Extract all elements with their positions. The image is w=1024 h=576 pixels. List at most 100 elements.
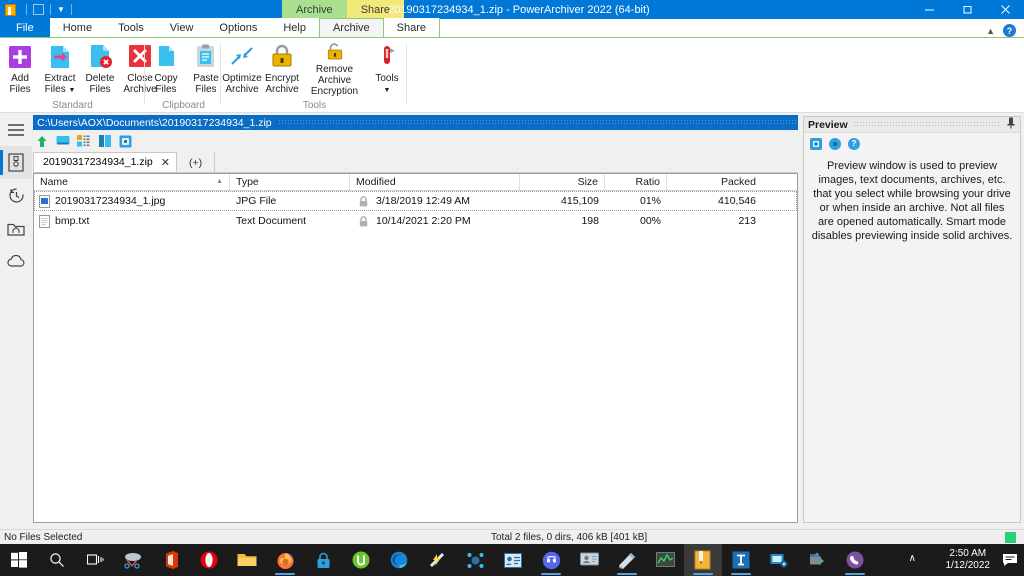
clock-time: 2:50 AM [949,548,987,559]
maximize-button[interactable] [948,0,986,19]
taskbar-teamviewer[interactable] [760,544,798,576]
dual-panel-icon[interactable] [97,134,112,149]
optimize-archive-button[interactable]: Optimize Archive [222,41,262,97]
taskbar-opera[interactable] [190,544,228,576]
sidebar-item-archive-browser[interactable] [0,146,32,179]
extract-files-label: Extract Files ▼ [44,73,76,95]
preview-toggle-icon[interactable] [118,134,133,149]
taskbar-text-editor[interactable] [722,544,760,576]
sidebar-item-cloud[interactable] [0,245,32,278]
discord-icon [542,551,560,569]
file-list-panel[interactable]: Name ▲ Type Modified Size Ratio Packed 2… [33,173,798,523]
smart-mode-icon[interactable] [829,137,841,150]
chevron-up-icon[interactable]: ▲ [986,26,995,36]
taskbar-monitor-graph[interactable] [646,544,684,576]
taskbar-downloader[interactable] [798,544,836,576]
extract-files-button[interactable]: Extract Files ▼ [40,41,80,97]
tab-home[interactable]: Home [49,18,106,37]
clock-date: 1/12/2022 [945,560,991,571]
taskbar-file-explorer[interactable] [228,544,266,576]
customize-caret-icon[interactable]: ▼ [57,5,65,14]
close-icon[interactable]: ✕ [161,156,170,169]
column-header-ratio[interactable]: Ratio [605,174,667,190]
quick-access-toolbar[interactable]: ▼ [20,0,78,19]
start-button[interactable] [0,544,38,576]
tab-share[interactable]: Share [383,18,441,37]
jpg-file-icon [39,194,50,208]
encrypt-archive-button[interactable]: Encrypt Archive [262,41,302,97]
taskbar-lock-app[interactable] [304,544,342,576]
column-header-name[interactable]: Name ▲ [34,174,230,190]
column-header-size[interactable]: Size [520,174,605,190]
taskbar-edge[interactable] [380,544,418,576]
teamviewer-icon [770,553,788,568]
preview-panel: Preview ? Preview window is used to prev… [803,116,1021,523]
column-header-type[interactable]: Type [230,174,350,190]
tab-help[interactable]: Help [270,18,319,37]
tab-options[interactable]: Options [206,18,271,37]
up-one-level-icon[interactable] [34,134,49,149]
tab-tools[interactable]: Tools [105,18,157,37]
copy-files-button[interactable]: Copy Files [146,41,186,97]
details-list-icon[interactable] [76,134,91,149]
left-nav-rail [0,113,32,528]
taskbar-remote-desktop[interactable] [570,544,608,576]
column-header-modified[interactable]: Modified [350,174,520,190]
search-button[interactable] [38,544,76,576]
preview-mode-icon[interactable] [810,137,822,150]
history-clock-icon [8,188,24,203]
delete-files-button[interactable]: Delete Files [80,41,120,97]
menu-hamburger-button[interactable] [0,113,32,146]
office-icon [166,551,178,569]
taskbar-discord[interactable] [532,544,570,576]
monitor-view-icon[interactable] [55,134,70,149]
taskbar-powerarchiver[interactable] [684,544,722,576]
ribbon-group-standard-label: Standard [52,100,93,111]
taskbar-snip-tool[interactable] [114,544,152,576]
table-row[interactable]: 20190317234934_1.jpg JPG File 3/18/2019 … [34,191,797,211]
taskbar-contacts[interactable] [494,544,532,576]
hamburger-icon [8,123,24,136]
archive-tab-strip: 20190317234934_1.zip ✕ (+) [33,152,798,173]
close-button[interactable] [986,0,1024,19]
flash-app-icon [429,552,445,568]
lock-icon [350,215,376,227]
tab-archive[interactable]: Archive [318,18,384,37]
taskbar-clock[interactable]: 2:50 AM 1/12/2022 [946,544,991,576]
sidebar-item-history[interactable] [0,179,32,212]
column-header-packed[interactable]: Packed [667,174,762,190]
help-icon[interactable]: ? [1003,24,1016,37]
save-icon[interactable] [33,4,44,15]
taskbar-utorrent[interactable] [342,544,380,576]
task-view-button[interactable] [76,544,114,576]
contextual-tab-archive-label: Archive [296,3,333,16]
taskbar-notes-app[interactable] [608,544,646,576]
add-files-button[interactable]: Add Files [0,41,40,97]
address-bar[interactable]: C:\Users\AOX\Documents\20190317234934_1.… [33,115,798,130]
ribbon-group-clipboard-label: Clipboard [162,100,205,111]
preview-help-icon[interactable]: ? [848,137,860,150]
taskbar-flash-app[interactable] [418,544,456,576]
tab-view[interactable]: View [156,18,207,37]
taskbar-office[interactable] [152,544,190,576]
taskbar-network-tool[interactable] [456,544,494,576]
optimize-archive-icon [231,47,253,65]
ribbon: Add Files Extract Files ▼ Delete Files C… [0,38,1024,113]
file-explorer-icon [237,554,257,566]
contextual-tab-archive[interactable]: Archive [282,0,347,19]
sidebar-item-folder-home[interactable] [0,212,32,245]
tab-file[interactable]: File [0,18,50,37]
tools-button[interactable]: Tools ▼ [367,41,407,97]
action-center-icon[interactable] [1002,553,1018,570]
tray-expand-icon[interactable]: ∧ [909,553,916,564]
text-file-icon [39,214,50,228]
new-tab-button[interactable]: (+) [177,152,216,172]
archive-tab[interactable]: 20190317234934_1.zip ✕ [33,152,177,172]
minimize-button[interactable] [910,0,948,19]
ribbon-group-clipboard: Copy Files Paste Files Clipboard [146,38,221,113]
pin-icon[interactable] [1006,117,1016,132]
taskbar-viber[interactable] [836,544,874,576]
table-row[interactable]: bmp.txt Text Document 10/14/2021 2:20 PM… [34,211,797,231]
taskbar-firefox[interactable] [266,544,304,576]
remove-encryption-button[interactable]: Remove Archive Encryption [302,41,367,97]
